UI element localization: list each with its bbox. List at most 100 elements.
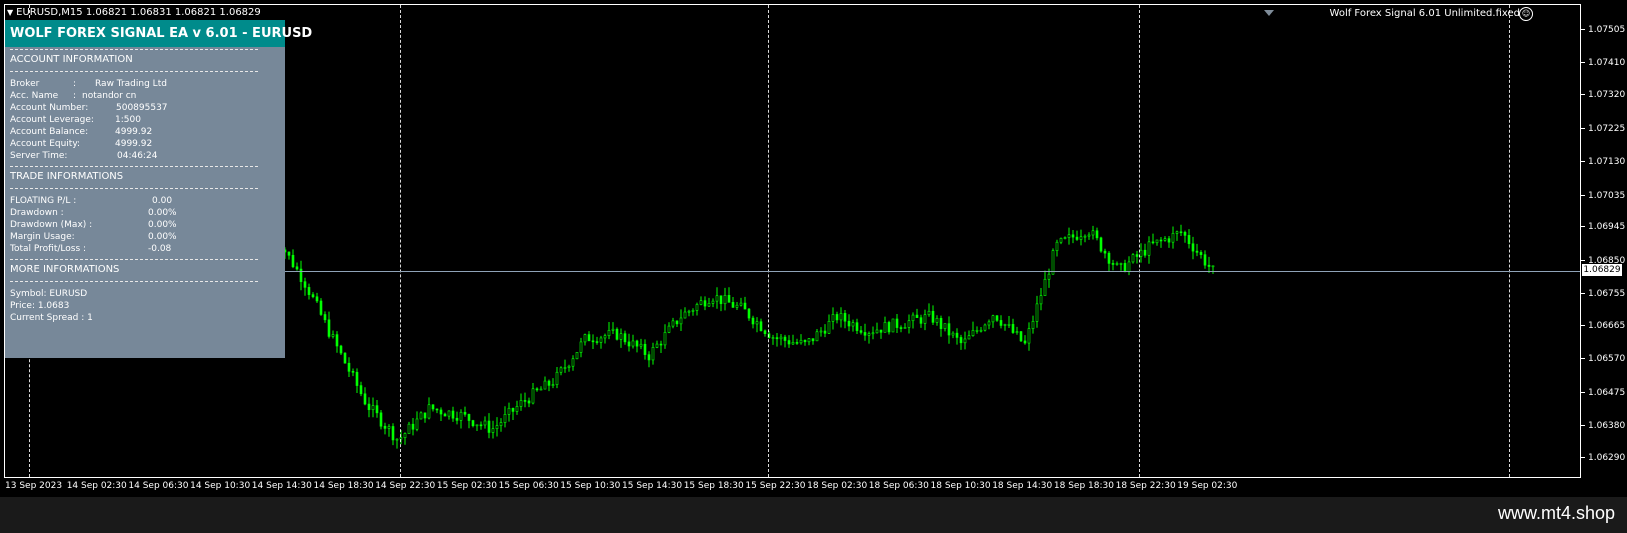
info-label: Account Equity: [10, 139, 81, 149]
candle-body [627, 341, 631, 347]
info-row: Price: 1.0683 [5, 300, 285, 312]
candle-body [1163, 238, 1167, 241]
candle-body [439, 409, 443, 415]
candle-body [1055, 241, 1059, 251]
candle-body [331, 334, 335, 337]
candle-body [623, 333, 627, 343]
price-tick-label: 1.07130 [1581, 157, 1625, 167]
price-axis[interactable]: 1.07505 1.07410 1.07320 1.07225 1.07130 1.070… [1581, 4, 1627, 478]
candle-body [583, 334, 587, 343]
candle-body [295, 266, 299, 270]
candle-body [431, 404, 435, 410]
chart-shift-marker-icon[interactable] [1264, 10, 1274, 16]
candle-body [423, 412, 427, 419]
candle-body [731, 302, 735, 308]
dropdown-triangle-icon[interactable]: ▼ [7, 8, 13, 17]
info-value: -0.08 [148, 244, 172, 254]
candle-body [819, 330, 823, 333]
candle-body [1127, 261, 1131, 272]
candle-body [647, 354, 651, 361]
time-tick-label: 14 Sep 18:30 [313, 481, 374, 491]
candle-body [871, 332, 875, 335]
candle-body [999, 320, 1003, 326]
candle-body [1135, 254, 1139, 257]
candle-body [1087, 234, 1091, 237]
info-label: Total Profit/Loss : [10, 244, 87, 254]
candle-body [747, 308, 751, 319]
candle-body [971, 330, 975, 337]
candle-body [475, 424, 479, 427]
candle-body [1063, 237, 1067, 239]
candle-body [1007, 324, 1011, 326]
info-row: Symbol: EURUSD [5, 288, 285, 300]
smiley-icon[interactable]: ☺ [1519, 7, 1533, 21]
candle-body [451, 410, 455, 419]
info-row: Drawdown (Max) : 0.00% [5, 219, 285, 231]
candle-body [739, 302, 743, 306]
candle-body [579, 341, 583, 353]
candle-body [591, 340, 595, 343]
candle-body [559, 367, 563, 373]
symbol-info-bar[interactable]: ▼ EURUSD,M15 1.06821 1.06831 1.06821 1.06… [7, 7, 261, 19]
candle-body [1171, 233, 1175, 243]
info-value: 1:500 [115, 115, 141, 125]
time-axis[interactable]: 13 Sep 2023 14 Sep 02:30 14 Sep 06:30 14 Se… [4, 478, 1581, 494]
candle-body [795, 342, 799, 344]
candle-body [703, 300, 707, 307]
candle-body [659, 343, 663, 346]
candle-body [1155, 239, 1159, 244]
candle-body [403, 433, 407, 439]
candle-body [1015, 331, 1019, 333]
candle-body [1207, 264, 1211, 267]
candle-body [1175, 231, 1179, 234]
candle-body [967, 335, 971, 340]
candle-body [1131, 254, 1135, 263]
price-tick-label: 1.06665 [1581, 321, 1625, 331]
candle-body [639, 343, 643, 347]
candle-body [507, 407, 511, 415]
candle-body [379, 412, 383, 427]
candle-body [643, 343, 647, 355]
candle-body [631, 340, 635, 347]
candle-body [687, 310, 691, 313]
candle-body [1103, 250, 1107, 254]
section-heading-account: ACCOUNT INFORMATION [10, 54, 133, 65]
section-heading-more: MORE INFORMATIONS [10, 264, 120, 275]
candle-body [1115, 263, 1119, 265]
candle-body [411, 423, 415, 430]
candle-body [951, 332, 955, 336]
time-tick-label: 19 Sep 02:30 [1177, 481, 1238, 491]
candle-body [511, 407, 515, 412]
candle-body [407, 423, 411, 434]
candle-body [335, 334, 339, 347]
candle-body [975, 329, 979, 332]
candle-body [1199, 252, 1203, 255]
candle-body [371, 405, 375, 411]
candle-body [1083, 235, 1087, 238]
candle-body [1211, 265, 1215, 268]
info-row: Margin Usage: 0.00% [5, 231, 285, 243]
info-separator: : [73, 79, 77, 89]
chart-window[interactable]: ▼ EURUSD,M15 1.06821 1.06831 1.06821 1.06… [0, 0, 1627, 497]
candle-body [1023, 340, 1027, 344]
candle-body [535, 388, 539, 391]
candle-body [383, 425, 387, 429]
time-tick-label: 18 Sep 14:30 [992, 481, 1053, 491]
candle-body [1119, 263, 1123, 265]
expert-advisor-name: Wolf Forex Signal 6.01 Unlimited.fixed [1329, 8, 1520, 19]
candle-body [359, 385, 363, 395]
symbol-info-text: EURUSD,M15 1.06821 1.06831 1.06821 1.068… [16, 7, 261, 18]
info-label: Server Time: [10, 151, 68, 161]
info-value: 04:46:24 [117, 151, 158, 161]
candle-body [679, 317, 683, 325]
candle-body [919, 317, 923, 324]
candle-body [495, 425, 499, 430]
candle-body [983, 324, 987, 331]
candle-body [1035, 303, 1039, 322]
candle-body [1067, 234, 1071, 238]
candle-body [1151, 241, 1155, 244]
candle-body [979, 329, 983, 332]
candle-body [1047, 273, 1051, 280]
candle-body [891, 318, 895, 333]
candle-body [675, 320, 679, 325]
